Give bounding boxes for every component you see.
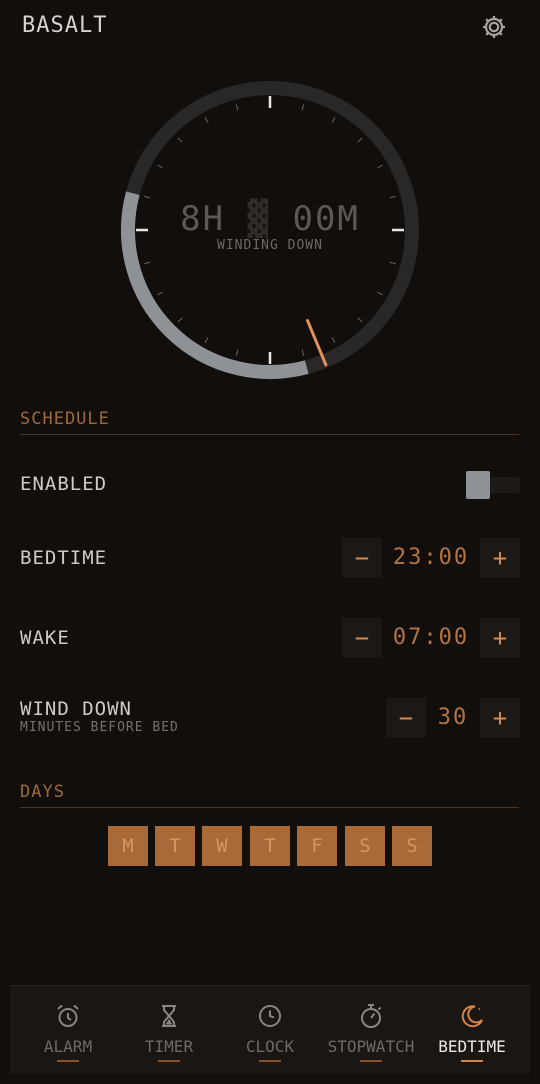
- gear-icon: [483, 16, 505, 38]
- nav-label-alarm: ALARM: [43, 1037, 93, 1056]
- nav-underline: [461, 1060, 483, 1062]
- nav-item-timer[interactable]: TIMER: [117, 986, 221, 1074]
- stopwatch-icon: [361, 1004, 382, 1028]
- days-divider: [20, 807, 519, 808]
- day-toggle-saturday[interactable]: S: [345, 826, 385, 866]
- duration-hours: 8H: [180, 199, 226, 239]
- nav-item-alarm[interactable]: ALARM: [16, 986, 120, 1074]
- nav-underline: [360, 1060, 382, 1062]
- nav-item-clock[interactable]: CLOCK: [218, 986, 322, 1074]
- wake-value: 07:00: [392, 625, 470, 650]
- nav-label-stopwatch: STOPWATCH: [327, 1037, 415, 1056]
- dial-minor-tick: [377, 291, 383, 296]
- settings-button[interactable]: [480, 13, 508, 41]
- alarm-clock-icon: [57, 1004, 79, 1027]
- nav-item-bedtime[interactable]: BEDTIME: [420, 986, 524, 1074]
- clock-icon: [259, 1005, 281, 1027]
- dial-minor-tick: [204, 117, 209, 123]
- wake-decrease-button[interactable]: −: [342, 618, 382, 658]
- dial-minor-tick: [144, 261, 151, 265]
- schedule-section-title: SCHEDULE: [20, 409, 110, 429]
- hourglass-icon: [162, 1005, 176, 1027]
- bedtime-decrease-button[interactable]: −: [342, 538, 382, 578]
- wake-increase-button[interactable]: +: [480, 618, 520, 658]
- bottom-navigation: ALARM TIMER CLOCK STOPWATCH BEDTIME: [10, 985, 530, 1074]
- dial-minor-tick: [235, 349, 239, 356]
- days-section-title: DAYS: [20, 782, 65, 802]
- duration-minutes: 00M: [292, 199, 360, 239]
- nav-label-clock: CLOCK: [245, 1037, 295, 1056]
- day-toggle-tuesday[interactable]: T: [155, 826, 195, 866]
- day-toggle-thursday[interactable]: T: [250, 826, 290, 866]
- duration-display: 8H ▓ 00M: [118, 200, 422, 238]
- dial-minor-tick: [331, 337, 336, 343]
- bedtime-increase-button[interactable]: +: [480, 538, 520, 578]
- nav-label-timer: TIMER: [144, 1037, 194, 1056]
- dial-minor-tick: [204, 337, 209, 343]
- dial-minor-tick: [144, 195, 151, 199]
- wind-down-value: 30: [437, 705, 469, 730]
- wind-down-decrease-button[interactable]: −: [386, 698, 426, 738]
- app-title: BASALT: [22, 13, 108, 38]
- day-toggle-friday[interactable]: F: [297, 826, 337, 866]
- dial-minor-tick: [357, 137, 363, 143]
- wind-down-sublabel: MINUTES BEFORE BED: [20, 720, 179, 735]
- dial-status: WINDING DOWN: [217, 238, 323, 253]
- day-toggle-wednesday[interactable]: W: [202, 826, 242, 866]
- enabled-label: ENABLED: [20, 473, 108, 495]
- bedtime-label: BEDTIME: [20, 547, 108, 569]
- dial-minor-tick: [301, 104, 305, 111]
- schedule-divider: [20, 434, 519, 435]
- nav-underline: [57, 1060, 79, 1062]
- toggle-thumb[interactable]: [466, 471, 490, 499]
- dial-minor-tick: [157, 291, 163, 296]
- dial-minor-tick: [331, 117, 336, 123]
- dial-minor-tick: [177, 317, 183, 323]
- moon-icon: [461, 1005, 483, 1028]
- wind-down-label: WIND DOWN: [20, 698, 132, 720]
- dial-minor-tick: [235, 104, 239, 111]
- dial-minor-tick: [301, 349, 305, 356]
- nav-underline: [158, 1060, 180, 1062]
- nav-underline: [259, 1060, 281, 1062]
- dial-minor-tick: [177, 137, 183, 143]
- day-toggle-monday[interactable]: M: [108, 826, 148, 866]
- enabled-toggle[interactable]: [466, 471, 520, 499]
- wind-down-increase-button[interactable]: +: [480, 698, 520, 738]
- duration-separator: ▓: [225, 199, 293, 239]
- day-selector: M T W T F S S: [108, 826, 434, 866]
- dial-minor-tick: [357, 317, 363, 323]
- dial-readout: 8H ▓ 00M WINDING DOWN: [118, 200, 422, 253]
- app-header: BASALT: [0, 0, 540, 56]
- dial-minor-tick: [389, 195, 396, 199]
- bedtime-value: 23:00: [392, 545, 470, 570]
- dial-minor-tick: [389, 261, 396, 265]
- nav-label-bedtime: BEDTIME: [438, 1037, 506, 1056]
- day-toggle-sunday[interactable]: S: [392, 826, 432, 866]
- dial-minor-tick: [157, 164, 163, 169]
- nav-item-stopwatch[interactable]: STOPWATCH: [319, 986, 423, 1074]
- dial-minor-tick: [377, 164, 383, 169]
- wake-label: WAKE: [20, 627, 70, 649]
